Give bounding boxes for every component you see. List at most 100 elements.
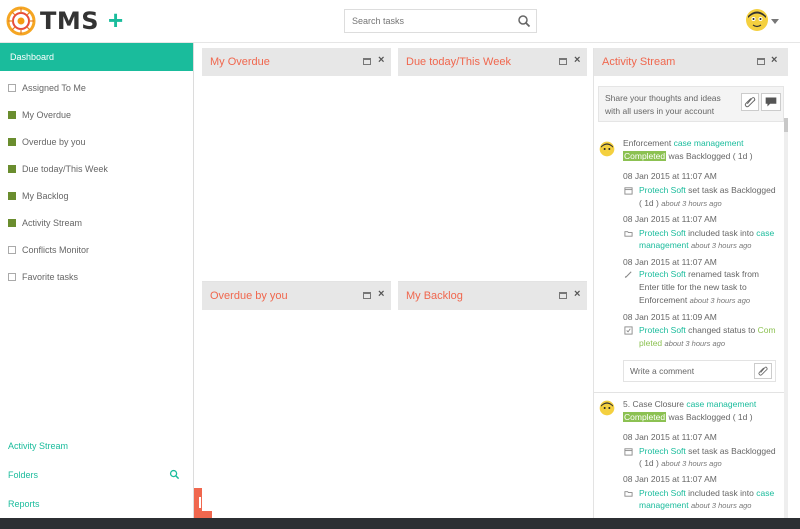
event-date: 08 Jan 2015 at 11:07 AM (623, 432, 717, 442)
close-icon[interactable]: × (574, 55, 580, 66)
folder-icon (624, 491, 633, 497)
search-input[interactable] (345, 10, 510, 32)
scroll-thumb[interactable] (784, 118, 788, 132)
user-link[interactable]: Protech Soft (639, 185, 686, 195)
event-action: included task into (688, 488, 754, 498)
project-link[interactable]: case management (674, 138, 744, 148)
project-link[interactable]: case (756, 488, 774, 498)
event-detail: ( 1d ) (639, 458, 659, 468)
sidebar-link-reports[interactable]: Reports (0, 493, 194, 515)
event-text-line2: pleted about 3 hours ago (639, 337, 725, 350)
add-task-button[interactable]: + (108, 7, 123, 33)
project-link[interactable]: management (639, 240, 689, 250)
sidebar-link-label: Folders (8, 470, 39, 480)
sidebar-item-due-today[interactable]: Due today/This Week (0, 155, 193, 182)
checkbox[interactable] (8, 110, 16, 119)
write-comment-box[interactable]: Write a comment (623, 360, 776, 382)
sidebar-item-my-overdue[interactable]: My Overdue (0, 101, 193, 128)
paperclip-icon (758, 366, 768, 376)
close-icon[interactable]: × (771, 55, 777, 66)
sidebar-item-favorite-tasks[interactable]: Favorite tasks (0, 263, 193, 290)
user-link[interactable]: Protech Soft (639, 446, 686, 456)
event-text: Protech Soft changed status to Com (639, 324, 776, 337)
close-icon[interactable]: × (574, 289, 580, 300)
activity-entry-status: Completed was Backlogged ( 1d ) (623, 411, 753, 424)
user-link[interactable]: Protech Soft (639, 269, 686, 279)
pencil-icon (624, 271, 632, 278)
sidebar-item-dashboard[interactable]: Dashboard (0, 43, 193, 71)
checkbox[interactable] (8, 83, 16, 92)
event-date: 08 Jan 2015 at 11:07 AM (623, 214, 717, 224)
event-date: 08 Jan 2015 at 11:07 AM (623, 257, 717, 267)
checkbox[interactable] (8, 137, 16, 146)
time-ago: about 3 hours ago (661, 459, 722, 468)
share-input[interactable]: Share your thoughts and ideas with all u… (605, 92, 737, 118)
event-action: renamed task from (688, 269, 760, 279)
sidebar-item-conflicts-monitor[interactable]: Conflicts Monitor (0, 236, 193, 263)
attach-button[interactable] (754, 363, 772, 379)
event-date: 08 Jan 2015 at 11:07 AM (623, 474, 717, 484)
sidebar-item-overdue-by-you[interactable]: Overdue by you (0, 128, 193, 155)
event-date: 08 Jan 2015 at 11:09 AM (623, 312, 717, 322)
sidebar-item-label: Conflicts Monitor (22, 244, 90, 255)
sidebar-item-label: Favorite tasks (22, 271, 79, 282)
tms-logo-icon[interactable] (6, 6, 36, 36)
widget-my-backlog: My Backlog × (398, 281, 587, 511)
activity-entry-title: Enforcement case management (623, 137, 744, 150)
widget-header: My Overdue × (202, 48, 391, 76)
folder-search-icon[interactable] (169, 469, 180, 480)
comment-icon (765, 97, 777, 107)
checkbox[interactable] (8, 272, 16, 281)
event-text-line2: ( 1d ) about 3 hours ago (639, 457, 722, 470)
minimize-icon[interactable] (757, 58, 765, 65)
close-icon[interactable]: × (378, 289, 384, 300)
post-comment-button[interactable] (761, 93, 781, 111)
sidebar-item-activity-stream[interactable]: Activity Stream (0, 209, 193, 236)
project-link[interactable]: case management (686, 399, 756, 409)
user-link[interactable]: Protech Soft (639, 488, 686, 498)
project-link[interactable]: case (756, 228, 774, 238)
activity-task-name: 5. Case Closure (623, 399, 684, 409)
checkbox[interactable] (8, 218, 16, 227)
app-logo-text: TMS (40, 7, 100, 35)
widget-title: Activity Stream (602, 56, 676, 68)
event-text-line2: Enter title for the new task to (639, 282, 747, 292)
widget-overdue-by-you: Overdue by you × (202, 281, 391, 511)
time-ago: about 3 hours ago (661, 199, 722, 208)
calendar-icon (624, 187, 633, 195)
sidebar-link-folders[interactable]: Folders (0, 464, 194, 486)
user-link[interactable]: Protech Soft (639, 325, 686, 335)
search-icon[interactable] (517, 14, 531, 28)
checkbox[interactable] (8, 245, 16, 254)
checkbox[interactable] (8, 191, 16, 200)
event-text: Protech Soft renamed task from (639, 268, 759, 281)
event-text-line2: ( 1d ) about 3 hours ago (639, 197, 722, 210)
activity-scrollbar[interactable] (784, 118, 788, 518)
activity-suffix: was Backlogged ( 1d ) (668, 151, 753, 161)
paperclip-icon (744, 97, 756, 108)
divider (594, 392, 784, 393)
minimize-icon[interactable] (559, 58, 567, 65)
search-box (344, 9, 537, 33)
event-detail: ( 1d ) (639, 198, 659, 208)
minimize-icon[interactable] (363, 58, 371, 65)
minimize-icon[interactable] (559, 292, 567, 299)
checkbox[interactable] (8, 164, 16, 173)
sidebar-item-my-backlog[interactable]: My Backlog (0, 182, 193, 209)
write-comment-input[interactable]: Write a comment (630, 366, 694, 376)
sidebar-link-activity-stream[interactable]: Activity Stream (0, 435, 194, 457)
close-icon[interactable]: × (378, 55, 384, 66)
sidebar-item-label: My Overdue (22, 109, 72, 120)
sidebar-item-assigned-to-me[interactable]: Assigned To Me (0, 74, 193, 101)
top-bar: TMS + (0, 0, 800, 43)
time-ago: about 3 hours ago (664, 339, 726, 348)
event-action: included task into (688, 228, 754, 238)
user-link[interactable]: Protech Soft (639, 228, 686, 238)
attach-button[interactable] (741, 93, 759, 111)
user-avatar-icon[interactable] (745, 8, 769, 32)
user-menu-chevron-down-icon[interactable] (771, 19, 779, 24)
project-link[interactable]: management (639, 500, 689, 510)
minimize-icon[interactable] (363, 292, 371, 299)
sidebar-item-label: Overdue by you (22, 136, 86, 147)
event-text: Protech Soft set task as Backlogged (639, 184, 776, 197)
